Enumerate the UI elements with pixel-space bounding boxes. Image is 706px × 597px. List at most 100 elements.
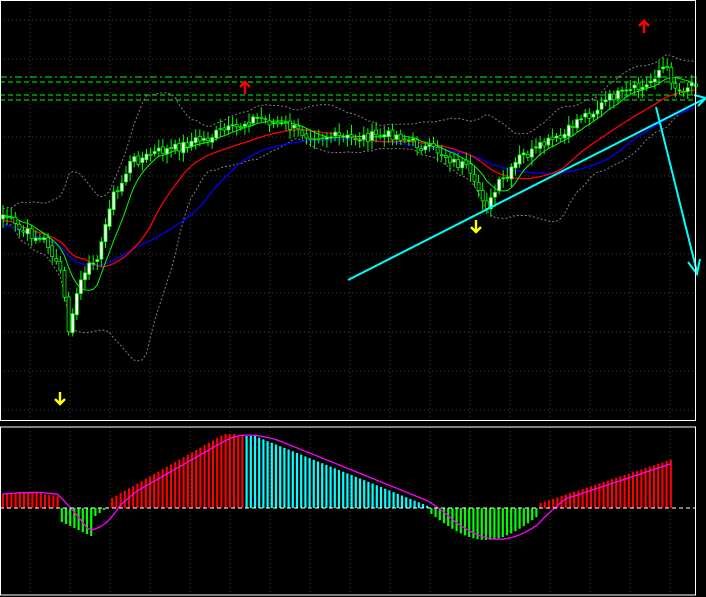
candle-body	[66, 296, 71, 333]
candle-body	[423, 145, 428, 151]
candle-body	[587, 112, 592, 119]
candle-body	[644, 84, 649, 88]
candle-body	[353, 138, 358, 141]
candle-body	[214, 129, 219, 139]
candle-body	[201, 138, 206, 141]
candle-body	[70, 313, 75, 334]
candle-body	[177, 143, 182, 152]
candle-body	[128, 161, 133, 174]
candle-body	[197, 136, 202, 142]
candle-body	[292, 124, 297, 129]
candle-body	[83, 272, 87, 281]
candle-body	[144, 153, 149, 161]
candle-body	[300, 129, 305, 137]
candle-body	[616, 90, 620, 99]
candle-body	[288, 120, 292, 130]
candle-body	[193, 137, 198, 143]
candle-body	[677, 89, 682, 92]
candle-body	[530, 148, 534, 158]
candle-body	[255, 116, 260, 119]
candle-body	[132, 156, 137, 162]
candle-body	[29, 228, 34, 240]
candle-body	[484, 200, 489, 209]
candle-body	[517, 154, 522, 165]
candle-body	[673, 83, 678, 89]
candle-body	[607, 93, 612, 101]
candle-body	[386, 130, 391, 137]
candle-body	[329, 136, 333, 139]
candle-body	[103, 224, 108, 243]
candle-body	[87, 262, 91, 275]
candle-body	[595, 109, 600, 115]
candle-body	[493, 192, 497, 198]
candle-body	[349, 134, 354, 138]
candle-body	[312, 138, 317, 141]
candle-body	[476, 181, 481, 191]
candle-body	[521, 152, 526, 156]
candle-body	[140, 157, 145, 163]
candle-body	[460, 161, 465, 169]
candle-body	[542, 141, 547, 147]
candle-body	[431, 142, 436, 147]
candle-body	[603, 99, 608, 103]
candle-body	[210, 137, 215, 143]
candle-body	[480, 190, 485, 202]
candle-body	[222, 127, 227, 131]
candle-body	[534, 146, 538, 149]
candle-body	[657, 69, 661, 78]
candle-body	[9, 216, 14, 219]
candle-body	[554, 135, 559, 139]
candle-body	[58, 260, 63, 271]
candle-body	[50, 245, 55, 257]
candle-body	[33, 237, 38, 241]
candle-body	[160, 146, 165, 154]
candle-body	[571, 126, 575, 128]
candle-body	[620, 89, 624, 92]
candle-body	[173, 143, 178, 150]
candle-body	[509, 166, 514, 180]
candle-body	[443, 154, 448, 158]
candle-body	[46, 237, 50, 248]
candle-body	[406, 139, 411, 142]
candle-body	[632, 84, 637, 89]
candle-body	[370, 131, 374, 141]
candle-body	[415, 139, 420, 149]
candle-body	[689, 82, 694, 87]
candle-body	[124, 173, 128, 183]
candle-body	[665, 66, 670, 69]
candle-body	[661, 66, 665, 70]
candle-body	[497, 179, 502, 192]
candle-body	[640, 86, 645, 90]
candle-body	[365, 132, 370, 142]
candle-body	[624, 89, 629, 92]
candle-body	[653, 78, 657, 83]
candle-body	[394, 134, 399, 140]
candle-body	[546, 137, 551, 146]
candle-body	[685, 87, 690, 92]
candle-body	[628, 89, 633, 91]
candle-body	[468, 163, 473, 174]
candle-body	[558, 135, 563, 139]
candle-body	[681, 91, 686, 94]
candle-body	[5, 216, 9, 218]
candle-body	[427, 144, 432, 147]
candle-body	[324, 137, 329, 140]
candle-body	[189, 140, 194, 147]
candle-body	[439, 154, 444, 157]
candle-body	[382, 134, 387, 138]
candle-body	[612, 93, 616, 101]
candle-body	[583, 112, 588, 118]
candle-body	[165, 148, 169, 155]
candle-body	[120, 182, 124, 192]
candle-body	[304, 133, 309, 139]
candle-body	[525, 154, 530, 158]
candle-body	[575, 119, 579, 129]
candle-body	[226, 125, 231, 131]
candle-body	[357, 139, 362, 142]
candle-body	[263, 118, 268, 121]
candle-body	[316, 138, 321, 141]
candle-body	[115, 190, 120, 192]
candle-body	[181, 141, 186, 154]
candle-body	[361, 134, 366, 141]
candle-body	[337, 132, 342, 136]
